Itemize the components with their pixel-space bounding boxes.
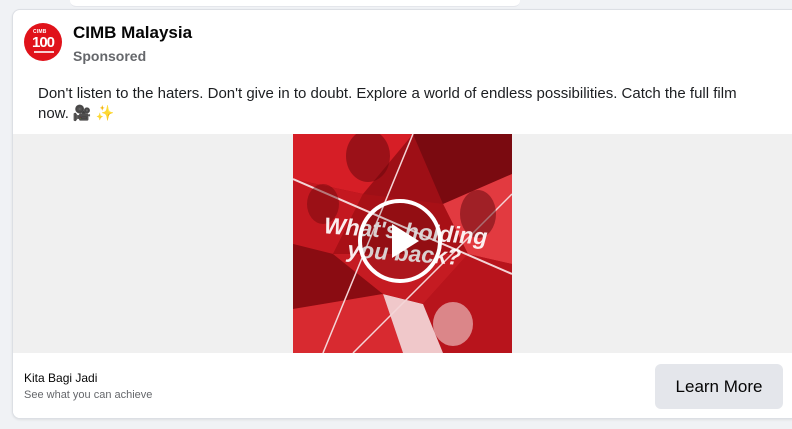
post-caption: Don't listen to the haters. Don't give i… [38,84,768,124]
play-button[interactable] [358,199,442,283]
post-header: CIMB 100 CIMB Malaysia Sponsored [24,23,192,65]
sponsored-label[interactable]: Sponsored [73,47,192,65]
page-avatar[interactable]: CIMB 100 [24,23,62,61]
sparkles-emoji: ✨ [95,105,115,122]
avatar-logo-underline [34,51,54,53]
learn-more-button[interactable]: Learn More [655,364,783,409]
cta-description: See what you can achieve [24,389,153,401]
header-text: CIMB Malaysia Sponsored [73,23,192,65]
video-camera-emoji: 🎥 [72,105,92,122]
sponsored-post-card: CIMB 100 CIMB Malaysia Sponsored Don't l… [12,9,792,419]
cta-headline[interactable]: Kita Bagi Jadi [24,371,97,385]
caption-text: Don't listen to the haters. Don't give i… [38,85,737,122]
avatar-logo-number: 100 [32,34,55,51]
video-thumbnail[interactable]: What's holding you back? [293,134,512,353]
play-icon [392,224,419,258]
cta-footer[interactable]: Kita Bagi Jadi See what you can achieve … [13,353,792,418]
media-area: What's holding you back? [13,134,792,353]
previous-post-edge [70,0,520,7]
page-name-link[interactable]: CIMB Malaysia [73,23,192,43]
